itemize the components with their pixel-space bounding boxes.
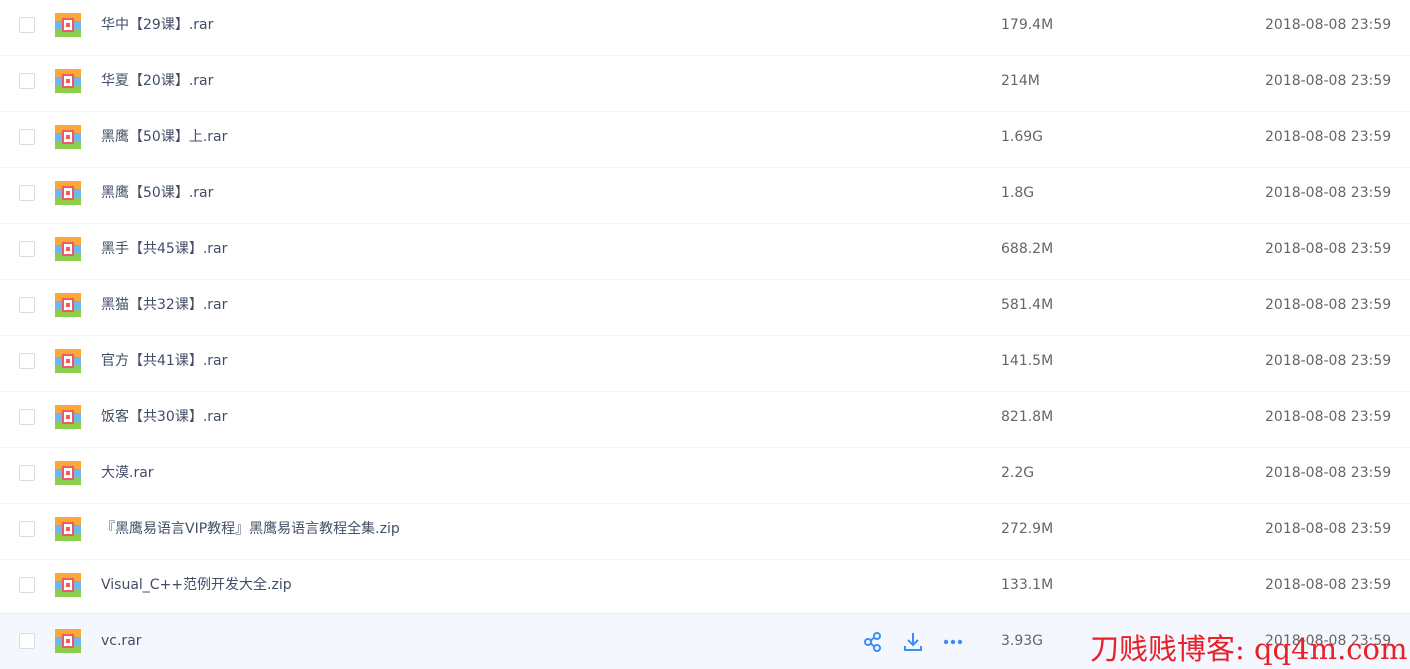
row-checkbox[interactable] (19, 241, 35, 257)
file-date: 2018-08-08 23:59 (1265, 521, 1392, 537)
file-size: 272.9M (1001, 521, 1054, 537)
file-name[interactable]: 华夏【20课】.rar (101, 56, 213, 106)
file-name[interactable]: 大漠.rar (101, 448, 154, 498)
file-name[interactable]: 黑鹰【50课】.rar (101, 168, 213, 218)
download-icon[interactable] (902, 631, 924, 653)
file-row[interactable]: 华夏【20课】.rar 214M 2018-08-08 23:59 (0, 56, 1410, 112)
archive-icon (55, 517, 81, 541)
file-size: 1.69G (1001, 129, 1044, 145)
archive-icon (55, 349, 81, 373)
row-checkbox[interactable] (19, 577, 35, 593)
file-size: 1.8G (1001, 185, 1035, 201)
file-size: 133.1M (1001, 577, 1054, 593)
watermark-text: 刀贱贱博客: qq4m.com (1090, 632, 1408, 666)
file-row[interactable]: 黑手【共45课】.rar 688.2M 2018-08-08 23:59 (0, 224, 1410, 280)
file-size: 141.5M (1001, 353, 1054, 369)
archive-icon (55, 461, 81, 485)
file-row[interactable]: Visual_C++范例开发大全.zip 133.1M 2018-08-08 2… (0, 560, 1410, 616)
archive-icon (55, 125, 81, 149)
file-size: 688.2M (1001, 241, 1054, 257)
file-date: 2018-08-08 23:59 (1265, 353, 1392, 369)
row-checkbox[interactable] (19, 17, 35, 33)
archive-icon (55, 629, 81, 653)
file-date: 2018-08-08 23:59 (1265, 73, 1392, 89)
archive-icon (55, 237, 81, 261)
archive-icon (55, 69, 81, 93)
file-row[interactable]: 黑猫【共32课】.rar 581.4M 2018-08-08 23:59 (0, 280, 1410, 336)
row-checkbox[interactable] (19, 409, 35, 425)
archive-icon (55, 293, 81, 317)
file-date: 2018-08-08 23:59 (1265, 577, 1392, 593)
file-size: 179.4M (1001, 17, 1054, 33)
file-date: 2018-08-08 23:59 (1265, 465, 1392, 481)
file-date: 2018-08-08 23:59 (1265, 241, 1392, 257)
file-name[interactable]: 黑手【共45课】.rar (101, 224, 227, 274)
row-checkbox[interactable] (19, 73, 35, 89)
file-row[interactable]: 华中【29课】.rar 179.4M 2018-08-08 23:59 (0, 0, 1410, 56)
share-icon[interactable] (862, 631, 884, 653)
file-name[interactable]: vc.rar (101, 616, 142, 666)
more-icon[interactable] (942, 631, 964, 653)
file-row[interactable]: 黑鹰【50课】上.rar 1.69G 2018-08-08 23:59 (0, 112, 1410, 168)
file-size: 581.4M (1001, 297, 1054, 313)
file-date: 2018-08-08 23:59 (1265, 297, 1392, 313)
archive-icon (55, 573, 81, 597)
file-name[interactable]: 黑猫【共32课】.rar (101, 280, 227, 330)
file-row[interactable]: 黑鹰【50课】.rar 1.8G 2018-08-08 23:59 (0, 168, 1410, 224)
row-checkbox[interactable] (19, 297, 35, 313)
file-name[interactable]: 黑鹰【50课】上.rar (101, 112, 227, 162)
file-date: 2018-08-08 23:59 (1265, 409, 1392, 425)
file-name[interactable]: 『黑鹰易语言VIP教程』黑鹰易语言教程全集.zip (101, 504, 400, 554)
file-name[interactable]: 饭客【共30课】.rar (101, 392, 227, 442)
file-row[interactable]: 饭客【共30课】.rar 821.8M 2018-08-08 23:59 (0, 392, 1410, 448)
row-checkbox[interactable] (19, 185, 35, 201)
file-size: 3.93G (1001, 633, 1044, 649)
file-name[interactable]: 华中【29课】.rar (101, 0, 213, 50)
row-checkbox[interactable] (19, 521, 35, 537)
file-date: 2018-08-08 23:59 (1265, 185, 1392, 201)
row-checkbox[interactable] (19, 633, 35, 649)
file-row[interactable]: 『黑鹰易语言VIP教程』黑鹰易语言教程全集.zip 272.9M 2018-08… (0, 504, 1410, 560)
file-list: 华中【29课】.rar 179.4M 2018-08-08 23:59 华夏【2… (0, 0, 1410, 669)
row-checkbox[interactable] (19, 129, 35, 145)
archive-icon (55, 13, 81, 37)
archive-icon (55, 181, 81, 205)
file-row[interactable]: 大漠.rar 2.2G 2018-08-08 23:59 (0, 448, 1410, 504)
file-size: 214M (1001, 73, 1040, 89)
file-date: 2018-08-08 23:59 (1265, 17, 1392, 33)
file-name[interactable]: 官方【共41课】.rar (101, 336, 227, 386)
row-checkbox[interactable] (19, 465, 35, 481)
file-size: 821.8M (1001, 409, 1054, 425)
archive-icon (55, 405, 81, 429)
row-checkbox[interactable] (19, 353, 35, 369)
file-size: 2.2G (1001, 465, 1035, 481)
file-name[interactable]: Visual_C++范例开发大全.zip (101, 560, 292, 610)
file-row[interactable]: 官方【共41课】.rar 141.5M 2018-08-08 23:59 (0, 336, 1410, 392)
file-date: 2018-08-08 23:59 (1265, 129, 1392, 145)
